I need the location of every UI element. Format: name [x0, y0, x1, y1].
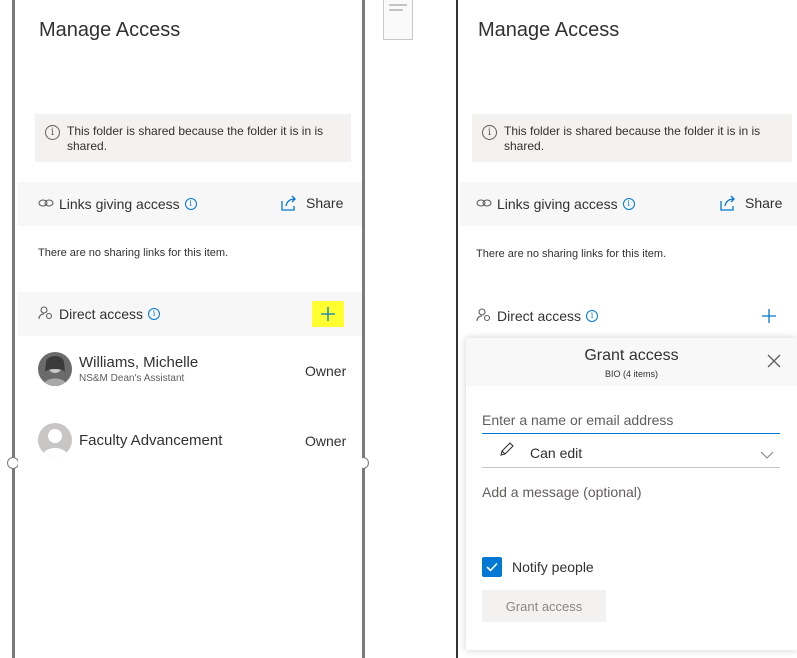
share-button[interactable]: Share [719, 195, 782, 211]
person-title: NS&M Dean's Assistant [79, 373, 185, 384]
notify-people-checkbox[interactable]: Notify people [482, 557, 594, 577]
permission-dropdown[interactable]: Can edit [482, 438, 780, 468]
links-info-icon[interactable]: i [622, 198, 635, 210]
links-info-icon[interactable]: i [184, 198, 197, 210]
plus-icon [321, 307, 335, 321]
direct-access-header: Direct access i [18, 292, 362, 336]
permission-label: Can edit [530, 444, 583, 461]
direct-access-label: Direct access [497, 308, 582, 324]
person-row[interactable]: Faculty Advancement [38, 423, 222, 457]
grant-access-header: Grant access BIO (4 items) [466, 338, 797, 386]
direct-access-info-icon[interactable]: i [586, 310, 599, 322]
info-banner: i This folder is shared because the fold… [35, 114, 351, 162]
person-role[interactable]: Owner [305, 363, 346, 379]
person-role[interactable]: Owner [305, 433, 346, 449]
link-icon [476, 196, 492, 212]
links-section-label: Links giving access [497, 196, 618, 212]
panel-title: Manage Access [39, 19, 181, 41]
message-input[interactable]: Add a message (optional) [482, 484, 642, 500]
info-icon: i [482, 125, 497, 140]
add-people-button[interactable] [753, 303, 785, 329]
document-icon [383, 0, 413, 40]
info-banner: i This folder is shared because the fold… [472, 114, 792, 162]
left-panel-border-left [12, 0, 15, 658]
links-section-label: Links giving access [59, 196, 180, 212]
avatar [38, 352, 72, 386]
share-button[interactable]: Share [280, 195, 343, 211]
info-banner-text: This folder is shared because the folder… [504, 124, 761, 153]
share-label: Share [745, 195, 783, 211]
person-name: Faculty Advancement [79, 431, 223, 449]
grant-access-button[interactable]: Grant access [482, 590, 606, 622]
checkmark-icon [482, 557, 502, 577]
share-icon [720, 195, 735, 211]
share-label: Share [306, 195, 344, 211]
info-icon: i [45, 125, 60, 140]
pencil-icon [498, 442, 514, 463]
share-icon [281, 195, 296, 211]
avatar [38, 423, 72, 457]
manage-access-panel-left: Manage Access i This folder is shared be… [18, 0, 362, 658]
left-panel-border-right [362, 0, 365, 658]
grant-access-dialog: Grant access BIO (4 items) Can edit Add … [466, 338, 797, 650]
direct-access-header: Direct access i [460, 294, 797, 338]
people-icon [38, 305, 54, 323]
plus-icon [762, 309, 776, 323]
people-icon [476, 307, 492, 325]
grant-access-subtitle: BIO (4 items) [604, 369, 658, 379]
grant-access-title: Grant access [584, 347, 679, 364]
right-panel-border-left [456, 0, 458, 658]
info-banner-text: This folder is shared because the folder… [67, 124, 324, 153]
person-name: Williams, Michelle [79, 354, 199, 371]
link-icon [38, 196, 54, 212]
add-people-button[interactable] [312, 301, 344, 327]
recipient-input[interactable] [482, 406, 780, 434]
no-links-text: There are no sharing links for this item… [38, 247, 229, 259]
no-links-text: There are no sharing links for this item… [476, 248, 667, 260]
chevron-down-icon [760, 447, 774, 465]
person-row[interactable]: Williams, Michelle NS&M Dean's Assistant [38, 352, 198, 386]
notify-people-label: Notify people [512, 559, 594, 575]
close-icon[interactable] [765, 352, 783, 370]
panel-title: Manage Access [478, 19, 620, 41]
direct-access-info-icon[interactable]: i [148, 308, 161, 320]
direct-access-label: Direct access [59, 306, 144, 322]
